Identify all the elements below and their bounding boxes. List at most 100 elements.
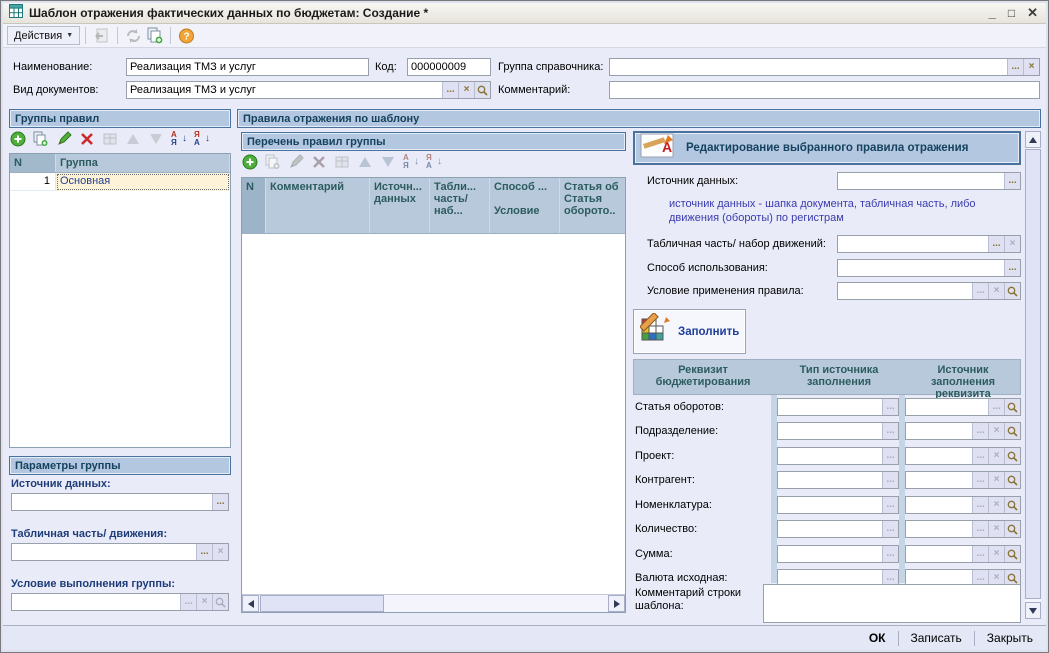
fill-button[interactable]: Заполнить [633, 309, 746, 354]
attr-type-input[interactable] [778, 423, 882, 439]
vscroll-thumb[interactable] [1025, 149, 1041, 599]
select-icon[interactable]: ... [1004, 173, 1020, 189]
ok-button[interactable]: ОК [866, 631, 889, 645]
column-group[interactable]: Группа [56, 154, 230, 172]
attr-source-input[interactable] [906, 448, 972, 464]
editor-tabular-input[interactable] [838, 236, 988, 252]
group-tabular-input[interactable] [12, 544, 196, 560]
clear-icon[interactable]: × [458, 82, 474, 98]
sort-desc-icon[interactable]: ЯА↓ [193, 131, 210, 147]
select-icon[interactable]: ... [212, 494, 228, 510]
magnifier-icon[interactable] [1004, 546, 1020, 562]
doc-kind-label: Вид документов: [13, 84, 99, 96]
close-form-button[interactable]: Закрыть [984, 631, 1036, 645]
comment-input[interactable] [610, 82, 1039, 98]
select-icon[interactable]: ... [882, 472, 898, 488]
select-icon[interactable]: ... [882, 546, 898, 562]
group-condition-input[interactable] [12, 594, 180, 610]
select-icon[interactable]: ... [882, 497, 898, 513]
add-icon[interactable] [241, 154, 258, 170]
attr-source-input[interactable] [906, 399, 988, 415]
code-input[interactable] [408, 59, 490, 75]
rule-groups-toolbar: АЯ↓ ЯА↓ [9, 131, 210, 147]
row-comment-input[interactable] [764, 585, 1020, 622]
magnifier-icon[interactable] [1004, 423, 1020, 439]
doc-kind-input[interactable] [127, 82, 442, 98]
magnifier-icon[interactable] [1004, 399, 1020, 415]
select-icon[interactable]: ... [972, 448, 988, 464]
attr-source-input[interactable] [906, 472, 972, 488]
magnifier-icon[interactable] [474, 82, 490, 98]
main-toolbar: Действия ▼ ? [3, 24, 1046, 48]
scroll-down-icon[interactable] [1025, 602, 1041, 619]
select-icon[interactable]: ... [196, 544, 212, 560]
attr-source-field: ... × [905, 496, 1021, 514]
rules-hscrollbar[interactable] [242, 594, 625, 612]
magnifier-icon[interactable] [1004, 472, 1020, 488]
select-icon[interactable]: ... [882, 423, 898, 439]
select-icon[interactable]: ... [972, 521, 988, 537]
magnifier-icon[interactable] [1004, 497, 1020, 513]
column-n[interactable]: N [10, 154, 56, 172]
attr-type-input[interactable] [778, 448, 882, 464]
column-turnover-item[interactable]: Статья об Статья оборото.. [560, 178, 625, 233]
column-method-condition[interactable]: Способ ... Условие [490, 178, 560, 233]
column-comment[interactable]: Комментарий [266, 178, 370, 233]
attr-type-input[interactable] [778, 399, 882, 415]
attr-source-input[interactable] [906, 521, 972, 537]
attr-type-input[interactable] [778, 546, 882, 562]
maximize-button[interactable]: □ [1008, 6, 1015, 20]
add-icon[interactable] [9, 131, 26, 147]
select-icon[interactable]: ... [1004, 260, 1020, 276]
attr-source-input[interactable] [906, 497, 972, 513]
scroll-up-icon[interactable] [1025, 131, 1041, 148]
name-input[interactable] [127, 59, 368, 75]
edit-icon[interactable] [55, 131, 72, 147]
help-icon[interactable]: ? [176, 26, 197, 46]
attr-type-input[interactable] [778, 497, 882, 513]
clear-icon[interactable]: × [1023, 59, 1039, 75]
attr-source-input[interactable] [906, 423, 972, 439]
column-n[interactable]: N [242, 178, 266, 233]
select-icon[interactable]: ... [972, 423, 988, 439]
rules-list-table: N Комментарий Источн... данных Табли... … [241, 177, 626, 613]
scroll-right-icon[interactable] [608, 595, 625, 612]
select-icon[interactable]: ... [988, 399, 1004, 415]
select-icon[interactable]: ... [882, 448, 898, 464]
column-data-source[interactable]: Источн... данных [370, 178, 430, 233]
save-button[interactable]: Записать [908, 631, 965, 645]
group-source-label: Источник данных: [11, 478, 111, 490]
table-row[interactable]: 1 Основная [10, 173, 230, 191]
rules-table-body[interactable] [242, 234, 625, 594]
group-source-input[interactable] [12, 494, 212, 510]
select-icon[interactable]: ... [972, 497, 988, 513]
scroll-left-icon[interactable] [242, 595, 259, 612]
magnifier-icon[interactable] [1004, 521, 1020, 537]
actions-menu-button[interactable]: Действия ▼ [7, 26, 80, 45]
magnifier-icon[interactable] [1004, 448, 1020, 464]
select-icon[interactable]: ... [972, 546, 988, 562]
magnifier-icon[interactable] [1004, 283, 1020, 299]
attr-type-input[interactable] [778, 521, 882, 537]
attr-type-input[interactable] [778, 472, 882, 488]
select-icon[interactable]: ... [882, 521, 898, 537]
attr-source-input[interactable] [906, 546, 972, 562]
title-bar: Шаблон отражения фактических данных по б… [3, 3, 1046, 24]
select-icon[interactable]: ... [882, 399, 898, 415]
minimize-button[interactable]: _ [989, 6, 996, 20]
select-icon[interactable]: ... [972, 472, 988, 488]
editor-method-input[interactable] [838, 260, 1004, 276]
hscroll-thumb[interactable] [260, 595, 384, 612]
delete-icon[interactable] [78, 131, 95, 147]
select-icon[interactable]: ... [988, 236, 1004, 252]
sort-asc-icon[interactable]: АЯ↓ [170, 131, 187, 147]
editor-condition-input[interactable] [838, 283, 972, 299]
close-button[interactable]: ✕ [1027, 6, 1038, 20]
copy-new-icon[interactable] [144, 26, 165, 46]
column-tabular[interactable]: Табли... часть/ наб... [430, 178, 490, 233]
select-icon[interactable]: ... [1007, 59, 1023, 75]
catalog-group-input[interactable] [610, 59, 1007, 75]
copy-icon[interactable] [32, 131, 49, 147]
editor-source-input[interactable] [838, 173, 1004, 189]
select-icon[interactable]: ... [442, 82, 458, 98]
